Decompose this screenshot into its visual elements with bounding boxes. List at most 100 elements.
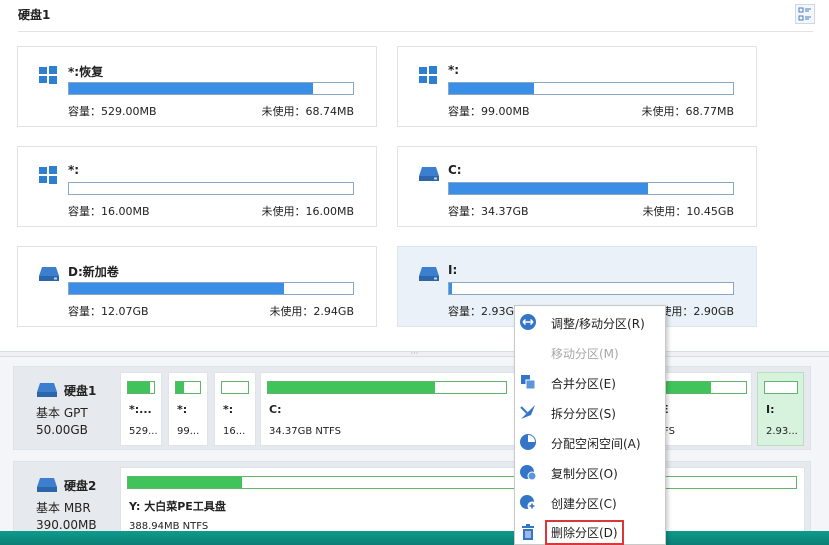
partition-usage-fill xyxy=(128,382,151,393)
partition-card[interactable]: D:新加卷容量：12.07GB 未使用：2.94GB xyxy=(17,246,377,327)
menu-item-label: 创建分区(C) xyxy=(551,497,617,511)
map-partition-i[interactable]: I: 2.93... xyxy=(757,372,804,446)
taskbar-strip xyxy=(0,531,829,545)
partition-usage-bar xyxy=(127,381,155,394)
menu-item-label: 调整/移动分区(R) xyxy=(551,317,645,331)
partition-name: C: xyxy=(448,163,462,177)
partition-card[interactable]: C: 容量：34.37GB 未使用：10.45GB xyxy=(397,146,757,227)
menu-item-resize-move[interactable]: 调整/移动分区(R) xyxy=(515,307,665,337)
partition-capacity: 容量：529.00MB xyxy=(68,105,157,118)
partition-info: 34.37GB NTFS xyxy=(269,426,341,437)
create-partition-icon xyxy=(519,493,537,511)
menu-item-create[interactable]: 创建分区(C) xyxy=(515,487,665,517)
partition-capacity: 容量：99.00MB xyxy=(448,105,530,118)
drive-icon xyxy=(37,383,57,397)
windows-icon xyxy=(418,65,438,89)
partition-capacity: 容量：16.00MB xyxy=(68,205,150,218)
menu-item-label: 分配空闲空间(A) xyxy=(551,437,641,451)
menu-item-label: 复制分区(O) xyxy=(551,467,618,481)
partition-label: *:... xyxy=(129,403,152,416)
menu-item-move: 移动分区(M) xyxy=(515,337,665,367)
partition-manager-window: 硬盘1 *:恢复容量：529.00MB 未使用：68.74MB *: 容量：99.00… xyxy=(0,0,829,545)
partition-label: I: xyxy=(766,403,775,416)
partition-label: *: xyxy=(177,403,188,416)
menu-item-label: 删除分区(D) xyxy=(545,520,624,545)
partition-usage-bar xyxy=(68,282,354,295)
allocate-space-icon xyxy=(519,433,537,451)
drive-icon xyxy=(37,478,57,492)
menu-item-label: 拆分分区(S) xyxy=(551,407,616,421)
disk-type: 基本 MBR xyxy=(36,501,91,515)
partition-unused: 未使用：16.00MB xyxy=(261,205,354,218)
partition-card[interactable]: *:恢复容量：529.00MB 未使用：68.74MB xyxy=(17,46,377,127)
partition-usage-bar xyxy=(448,282,734,295)
disk-size: 50.00GB xyxy=(36,423,88,437)
trash-icon xyxy=(519,523,537,541)
partition-card[interactable]: *: 容量：16.00MB 未使用：16.00MB xyxy=(17,146,377,227)
partition-usage-fill xyxy=(268,382,435,393)
menu-item-delete[interactable]: 删除分区(D) xyxy=(515,517,665,545)
view-toggle-button[interactable] xyxy=(795,4,815,24)
drive-icon xyxy=(418,165,440,187)
map-partition-2[interactable]: *: 99... xyxy=(168,372,208,446)
map-partition-1[interactable]: *:... 529... xyxy=(120,372,162,446)
partition-name: *: xyxy=(448,63,460,77)
partition-usage-bar xyxy=(657,381,747,394)
partition-usage-bar xyxy=(68,82,354,95)
split-icon xyxy=(519,403,537,421)
disk-name: 硬盘2 xyxy=(64,479,97,493)
map-partition-d[interactable]: E FS xyxy=(654,372,752,446)
map-partition-c[interactable]: C: 34.37GB NTFS xyxy=(260,372,515,446)
merge-icon xyxy=(519,373,537,391)
partition-usage-fill xyxy=(449,283,452,294)
map-partition-y[interactable]: Y: 大白菜PE工具盘 388.94MB NTFS xyxy=(120,467,805,541)
windows-icon xyxy=(38,165,58,189)
windows-icon xyxy=(38,65,58,89)
partition-usage-bar xyxy=(267,381,507,394)
partition-usage-fill xyxy=(176,382,185,393)
context-menu: 调整/移动分区(R) 移动分区(M) 合并分区(E) 拆分分区(S) 分配空闲空间(A)… xyxy=(514,305,666,545)
list-view-icon xyxy=(798,7,811,21)
partition-unused: 未使用：10.45GB xyxy=(642,205,734,218)
partition-info: 2.93... xyxy=(766,426,798,437)
menu-item-split[interactable]: 拆分分区(S) xyxy=(515,397,665,427)
partition-usage-bar xyxy=(448,182,734,195)
menu-item-merge[interactable]: 合并分区(E) xyxy=(515,367,665,397)
partition-usage-fill xyxy=(69,83,314,94)
menu-item-allocate-space[interactable]: 分配空闲空间(A) xyxy=(515,427,665,457)
partition-name: D:新加卷 xyxy=(68,265,119,279)
disk-row-1[interactable]: 硬盘1 基本 GPT 50.00GB *:... 529... *: 99...… xyxy=(13,366,811,450)
partition-usage-fill xyxy=(128,477,242,488)
partition-usage-fill xyxy=(69,283,284,294)
menu-item-label: 移动分区(M) xyxy=(551,347,619,361)
divider xyxy=(18,31,813,32)
menu-item-label: 合并分区(E) xyxy=(551,377,616,391)
partition-unused: 未使用：68.77MB xyxy=(641,105,734,118)
partition-usage-fill xyxy=(449,183,648,194)
partition-card[interactable]: *: 容量：99.00MB 未使用：68.77MB xyxy=(397,46,757,127)
partition-unused: 未使用：68.74MB xyxy=(261,105,354,118)
resize-move-icon xyxy=(519,313,537,331)
partition-unused: 未使用：2.94GB xyxy=(269,305,354,318)
partition-usage-bar xyxy=(68,182,354,195)
disk-type: 基本 GPT xyxy=(36,406,88,420)
partition-usage-bar xyxy=(448,82,734,95)
partition-usage-fill xyxy=(449,83,535,94)
partition-capacity: 容量：2.93GB xyxy=(448,305,522,318)
partition-label: *: xyxy=(223,403,234,416)
menu-item-copy[interactable]: 复制分区(O) xyxy=(515,457,665,487)
partition-info: 99... xyxy=(177,426,200,437)
partition-name: *: xyxy=(68,163,80,177)
partition-usage-bar xyxy=(221,381,249,394)
drive-icon xyxy=(418,265,440,287)
map-partition-3[interactable]: *: 16... xyxy=(214,372,256,446)
partition-label: C: xyxy=(269,403,282,416)
partition-usage-bar xyxy=(764,381,798,394)
disk-size: 390.00MB xyxy=(36,518,97,532)
partition-name: I: xyxy=(448,263,458,277)
partition-info: 529... xyxy=(129,426,158,437)
disk-name: 硬盘1 xyxy=(64,384,97,398)
partition-name: *:恢复 xyxy=(68,65,104,79)
partition-capacity: 容量：34.37GB xyxy=(448,205,529,218)
partition-capacity: 容量：12.07GB xyxy=(68,305,149,318)
